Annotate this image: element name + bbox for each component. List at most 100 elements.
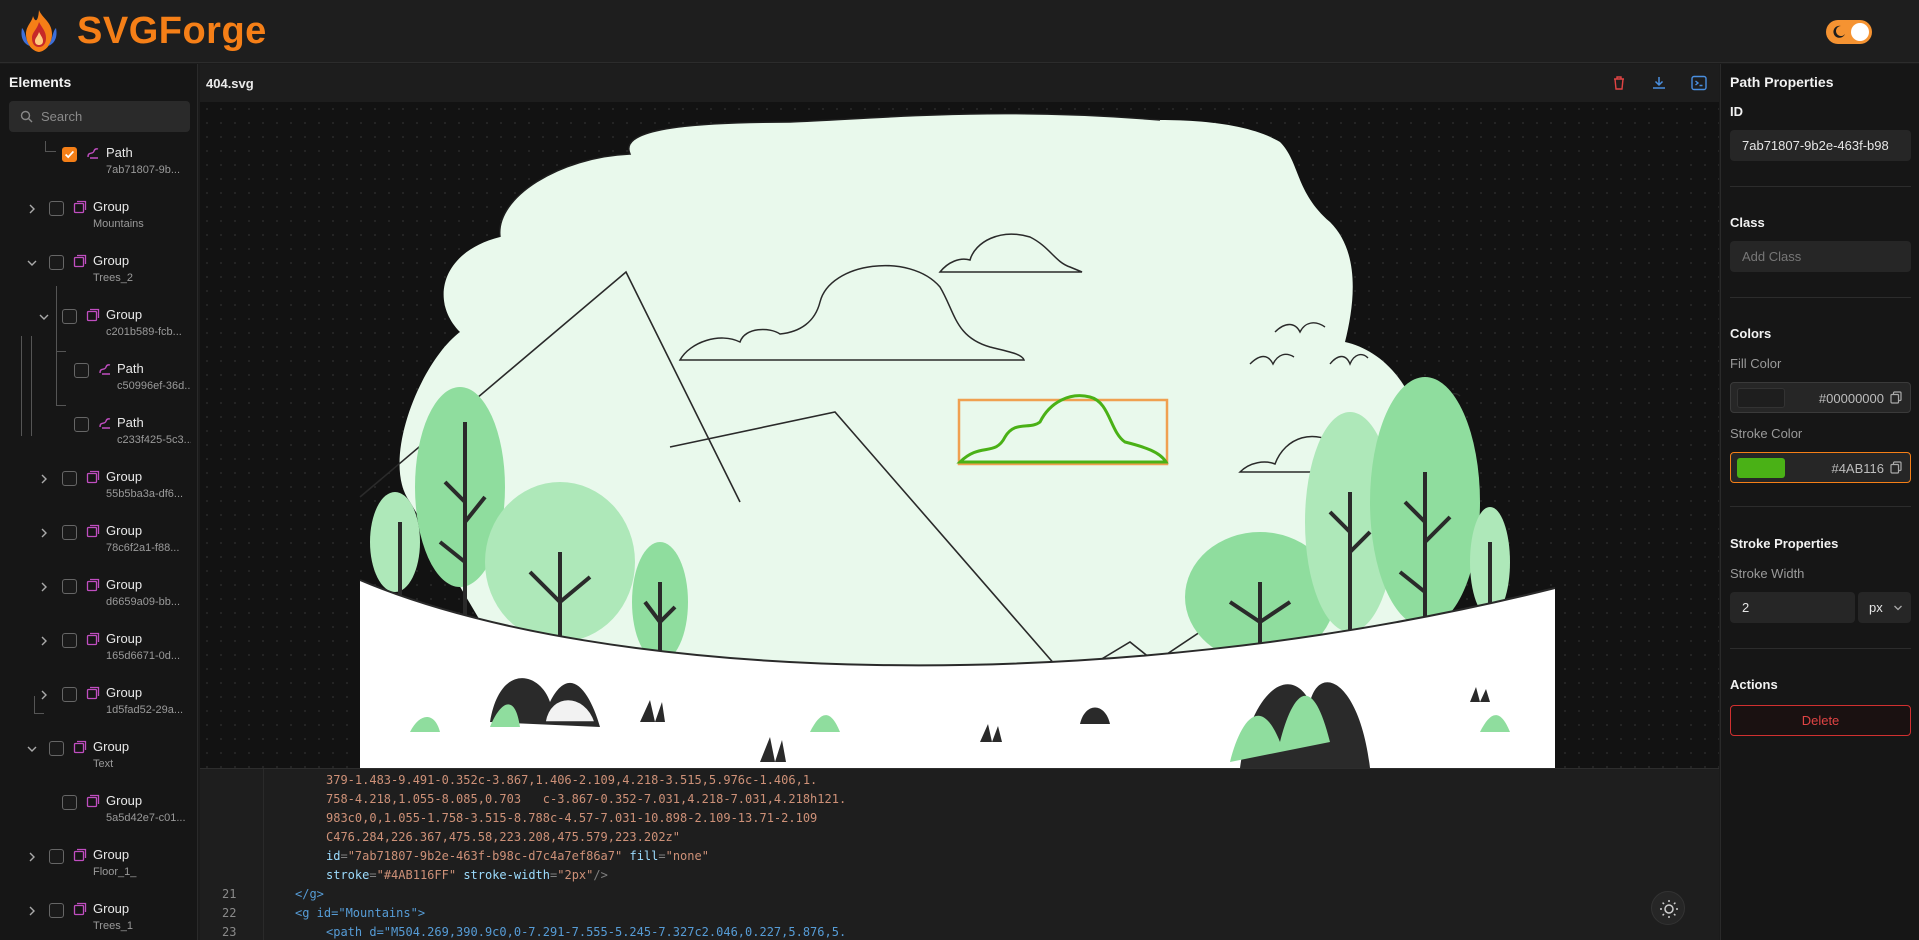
editor-tabbar: 404.svg	[200, 64, 1719, 102]
row-checkbox[interactable]	[49, 903, 64, 918]
tree-row-group[interactable]: Group 55b5ba3a-df6...	[0, 465, 197, 519]
flame-logo-icon	[21, 10, 57, 52]
row-checkbox[interactable]	[49, 201, 64, 216]
row-type: Group	[106, 523, 143, 538]
download-icon[interactable]	[1650, 74, 1668, 92]
fill-hex: #00000000	[1818, 391, 1884, 406]
chevron-right-icon[interactable]	[26, 851, 38, 863]
row-checkbox[interactable]	[62, 147, 77, 162]
tree-row-group[interactable]: Group Floor_1_	[0, 843, 197, 897]
row-id: 165d6671-0d...	[106, 650, 181, 662]
tree-row-group[interactable]: Group 165d6671-0d...	[0, 627, 197, 681]
tree-row-path[interactable]: Path 7ab71807-9b...	[0, 141, 197, 195]
row-checkbox[interactable]	[62, 471, 77, 486]
row-id: Trees_1	[93, 920, 133, 932]
row-id: c201b589-fcb...	[106, 326, 182, 338]
tree-row-group[interactable]: Group d6659a09-bb...	[0, 573, 197, 627]
row-checkbox[interactable]	[62, 579, 77, 594]
row-checkbox[interactable]	[62, 687, 77, 702]
group-icon	[73, 254, 87, 268]
group-icon	[73, 848, 87, 862]
chevron-right-icon[interactable]	[26, 905, 38, 917]
row-checkbox[interactable]	[62, 309, 77, 324]
row-type: Group	[106, 631, 143, 646]
row-checkbox[interactable]	[49, 849, 64, 864]
chevron-right-icon[interactable]	[38, 473, 50, 485]
row-type: Group	[106, 469, 143, 484]
moon-icon	[1833, 25, 1845, 38]
code-text: C476.284,226.367,475.58,223.208,475.579,…	[326, 830, 681, 844]
class-field[interactable]: Add Class	[1730, 241, 1911, 272]
tree-row-group[interactable]: Group Trees_2	[0, 249, 197, 303]
stroke-width-field[interactable]: 2	[1730, 592, 1855, 623]
row-id: 55b5ba3a-df6...	[106, 488, 184, 500]
row-id: c50996ef-36d...	[117, 380, 191, 392]
code-editor[interactable]: 379-1.483-9.491-0.352c-3.867,1.406-2.109…	[200, 768, 1719, 940]
row-checkbox[interactable]	[62, 795, 77, 810]
toggle-knob	[1851, 23, 1869, 41]
code-line: </g>	[295, 887, 324, 901]
search-box[interactable]: Search	[9, 101, 190, 132]
code-text: </g>	[295, 887, 324, 901]
stroke-width-label: Stroke Width	[1730, 566, 1805, 581]
tree-row-group[interactable]: Group Mountains	[0, 195, 197, 249]
sun-icon	[1660, 900, 1678, 918]
chevron-right-icon[interactable]	[38, 689, 50, 701]
chevron-right-icon[interactable]	[26, 203, 38, 215]
row-checkbox[interactable]	[62, 525, 77, 540]
editor-theme-button[interactable]	[1651, 891, 1685, 925]
divider	[1730, 506, 1911, 507]
row-type: Path	[117, 415, 144, 430]
chevron-down-icon[interactable]	[26, 743, 38, 755]
svg-canvas[interactable]	[200, 102, 1719, 768]
class-label: Class	[1730, 215, 1765, 230]
chevron-right-icon[interactable]	[38, 581, 50, 593]
row-checkbox[interactable]	[74, 417, 89, 432]
tree-row-group[interactable]: Group 1d5fad52-29a...	[0, 681, 197, 735]
row-id: Floor_1_	[93, 866, 137, 878]
chevron-down-icon[interactable]	[38, 311, 50, 323]
row-checkbox[interactable]	[49, 741, 64, 756]
tree-row-path[interactable]: Path c233f425-5c3...	[0, 411, 197, 465]
row-checkbox[interactable]	[74, 363, 89, 378]
code-attr: stroke-width	[463, 868, 551, 882]
theme-toggle[interactable]	[1826, 20, 1872, 44]
id-label: ID	[1730, 104, 1743, 119]
code-line: 379-1.483-9.491-0.352c-3.867,1.406-2.109…	[326, 773, 817, 787]
stroke-unit-select[interactable]: px	[1858, 592, 1911, 623]
tree-row-group[interactable]: Group Text	[0, 735, 197, 789]
row-id: Mountains	[93, 218, 144, 230]
search-placeholder: Search	[41, 109, 83, 124]
code-line: id="7ab71807-9b2e-463f-b98c-d7c4a7ef86a7…	[326, 849, 709, 863]
row-checkbox[interactable]	[49, 255, 64, 270]
stroke-color-field[interactable]: #4AB116	[1730, 452, 1911, 483]
code-text: <path d="M504.269,390.9c0,0-7.291-7.555-…	[326, 925, 847, 939]
colors-label: Colors	[1730, 326, 1772, 341]
group-icon	[73, 902, 87, 916]
terminal-icon[interactable]	[1690, 74, 1708, 92]
row-id: d6659a09-bb...	[106, 596, 181, 608]
stroke-swatch[interactable]	[1737, 458, 1785, 478]
tree-canopy	[370, 492, 420, 592]
line-number: 22	[222, 906, 237, 920]
code-line: 758-4.218,1.055-8.085,0.703 c-3.867-0.35…	[326, 792, 846, 806]
copy-icon[interactable]	[1890, 391, 1902, 404]
fill-swatch[interactable]	[1737, 388, 1785, 408]
tree-row-group[interactable]: Group Trees_1	[0, 897, 197, 940]
row-id: c233f425-5c3...	[117, 434, 191, 446]
chevron-right-icon[interactable]	[38, 527, 50, 539]
code-attr: stroke	[326, 868, 370, 882]
delete-button[interactable]: Delete	[1730, 705, 1911, 736]
fill-color-field[interactable]: #00000000	[1730, 382, 1911, 413]
tree-row-group[interactable]: Group c201b589-fcb...	[0, 303, 197, 357]
tree-row-group[interactable]: Group 5a5d42e7-c01...	[0, 789, 197, 843]
tree-row-path[interactable]: Path c50996ef-36d...	[0, 357, 197, 411]
copy-icon[interactable]	[1890, 461, 1902, 474]
trash-icon[interactable]	[1610, 74, 1628, 92]
id-field[interactable]: 7ab71807-9b2e-463f-b98	[1730, 130, 1911, 161]
row-checkbox[interactable]	[62, 633, 77, 648]
chevron-down-icon[interactable]	[26, 257, 38, 269]
tree-row-group[interactable]: Group 78c6f2a1-f88...	[0, 519, 197, 573]
path-icon	[99, 364, 111, 375]
chevron-right-icon[interactable]	[38, 635, 50, 647]
